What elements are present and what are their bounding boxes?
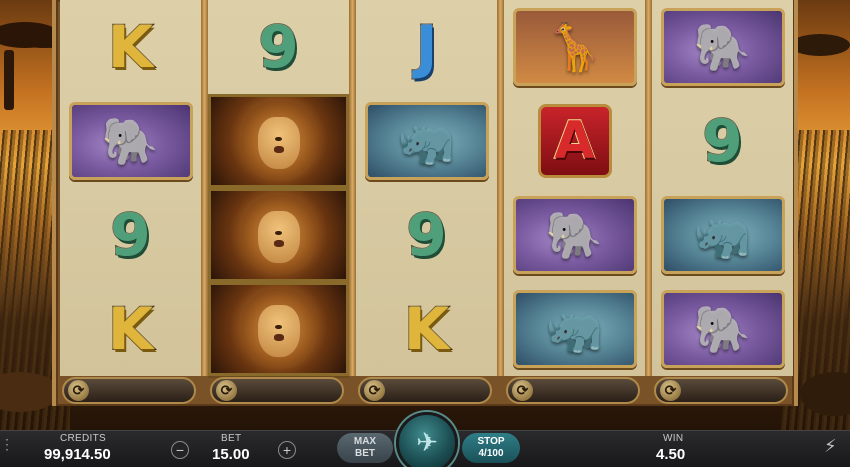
reel-4-row-2: A bbox=[504, 94, 645, 188]
reel-2-row-2 bbox=[208, 94, 349, 188]
symbol-a: A bbox=[553, 111, 595, 171]
symbol-a-tile: A bbox=[537, 104, 612, 178]
giraffe-silhouette bbox=[4, 50, 14, 110]
reel-5-row-4: 🐘 bbox=[652, 282, 793, 376]
reel-1-row-1: K bbox=[60, 0, 201, 94]
menu-edge-icon[interactable]: ⋮ bbox=[0, 436, 14, 453]
reel-3-row-3: 9 bbox=[356, 188, 497, 282]
symbol-9: 9 bbox=[701, 107, 743, 175]
refresh-icon: ⟳ bbox=[512, 380, 533, 401]
reel-5-respin-button[interactable]: ⟳ bbox=[654, 377, 788, 404]
bet-decrease-button[interactable]: − bbox=[171, 441, 189, 459]
reel-2-row-4 bbox=[208, 282, 349, 376]
reel-1-row-4: K bbox=[60, 282, 201, 376]
lion-icon bbox=[208, 188, 349, 282]
stop-label: STOP bbox=[477, 436, 505, 447]
bet-increase-button[interactable]: + bbox=[278, 441, 296, 459]
max-bet-button[interactable]: MAX BET bbox=[337, 433, 393, 463]
reel-3-row-1: J bbox=[356, 0, 497, 94]
win-label: WIN bbox=[663, 433, 684, 444]
autoplay-count: 4/100 bbox=[478, 448, 504, 459]
reel-4: 🦒 A 🐘 🦏 bbox=[504, 0, 652, 376]
symbol-j: J bbox=[415, 13, 439, 81]
symbol-9: 9 bbox=[405, 201, 447, 269]
bet-value: 15.00 bbox=[212, 446, 250, 463]
acacia-tree-left bbox=[0, 22, 60, 48]
reel-3: J 🦏 9 K bbox=[356, 0, 504, 376]
symbol-k: K bbox=[403, 295, 450, 363]
rhino-icon: 🦏 bbox=[660, 196, 785, 274]
reel-1-row-3: 9 bbox=[60, 188, 201, 282]
elephant-icon: 🐘 bbox=[660, 290, 785, 368]
lion-icon bbox=[208, 282, 349, 376]
reel-2-row-3 bbox=[208, 188, 349, 282]
stop-autoplay-button[interactable]: STOP 4/100 bbox=[462, 433, 520, 463]
spin-logo-icon: ✈ bbox=[416, 428, 438, 458]
reel-5-row-1: 🐘 bbox=[652, 0, 793, 94]
lion-icon bbox=[208, 94, 349, 188]
reel-2-row-1: 9 bbox=[208, 0, 349, 94]
reel-4-row-3: 🐘 bbox=[504, 188, 645, 282]
elephant-icon: 🐘 bbox=[660, 8, 785, 86]
acacia-tree-right bbox=[790, 34, 850, 56]
reel-5-row-2: 9 bbox=[652, 94, 793, 188]
win-value: 4.50 bbox=[656, 446, 686, 463]
credits-value: 99,914.50 bbox=[44, 446, 111, 463]
reel-2: 9 bbox=[208, 0, 356, 376]
reel-4-row-4: 🦏 bbox=[504, 282, 645, 376]
credits-label: CREDITS bbox=[60, 433, 106, 444]
giraffe-icon: 🦒 bbox=[512, 8, 637, 86]
reel-5-row-3: 🦏 bbox=[652, 188, 793, 282]
reel-1-respin-button[interactable]: ⟳ bbox=[62, 377, 196, 404]
rhino-icon: 🦏 bbox=[364, 102, 489, 180]
max-bet-label-line1: MAX bbox=[353, 436, 377, 447]
reel-4-row-1: 🦒 bbox=[504, 0, 645, 94]
refresh-icon: ⟳ bbox=[68, 380, 89, 401]
elephant-icon: 🐘 bbox=[512, 196, 637, 274]
spin-button[interactable]: ✈ bbox=[396, 412, 458, 467]
reel-3-respin-button[interactable]: ⟳ bbox=[358, 377, 492, 404]
reel-4-respin-button[interactable]: ⟳ bbox=[506, 377, 640, 404]
symbol-k: K bbox=[107, 295, 154, 363]
symbol-k: K bbox=[107, 13, 154, 81]
reels-frame: K 🐘 9 K 9 J 🦏 9 K 🦒 A 🐘 🦏 🐘 9 🦏 🐘 bbox=[52, 0, 798, 406]
reel-5: 🐘 9 🦏 🐘 bbox=[652, 0, 793, 376]
refresh-icon: ⟳ bbox=[216, 380, 237, 401]
rhino-icon: 🦏 bbox=[512, 290, 637, 368]
symbol-9: 9 bbox=[109, 201, 151, 269]
reel-3-row-2: 🦏 bbox=[356, 94, 497, 188]
symbol-9: 9 bbox=[257, 13, 299, 81]
reel-2-respin-button[interactable]: ⟳ bbox=[210, 377, 344, 404]
lightning-bolt-icon[interactable]: ⚡ bbox=[824, 436, 837, 457]
bet-label: BET bbox=[221, 433, 242, 444]
elephant-icon: 🐘 bbox=[68, 102, 193, 180]
refresh-icon: ⟳ bbox=[660, 380, 681, 401]
reel-1: K 🐘 9 K bbox=[60, 0, 208, 376]
reel-3-row-4: K bbox=[356, 282, 497, 376]
reel-1-row-2: 🐘 bbox=[60, 94, 201, 188]
max-bet-label-line2: BET bbox=[355, 448, 375, 459]
reel-respin-row: ⟳ ⟳ ⟳ ⟳ ⟳ bbox=[52, 376, 798, 406]
refresh-icon: ⟳ bbox=[364, 380, 385, 401]
